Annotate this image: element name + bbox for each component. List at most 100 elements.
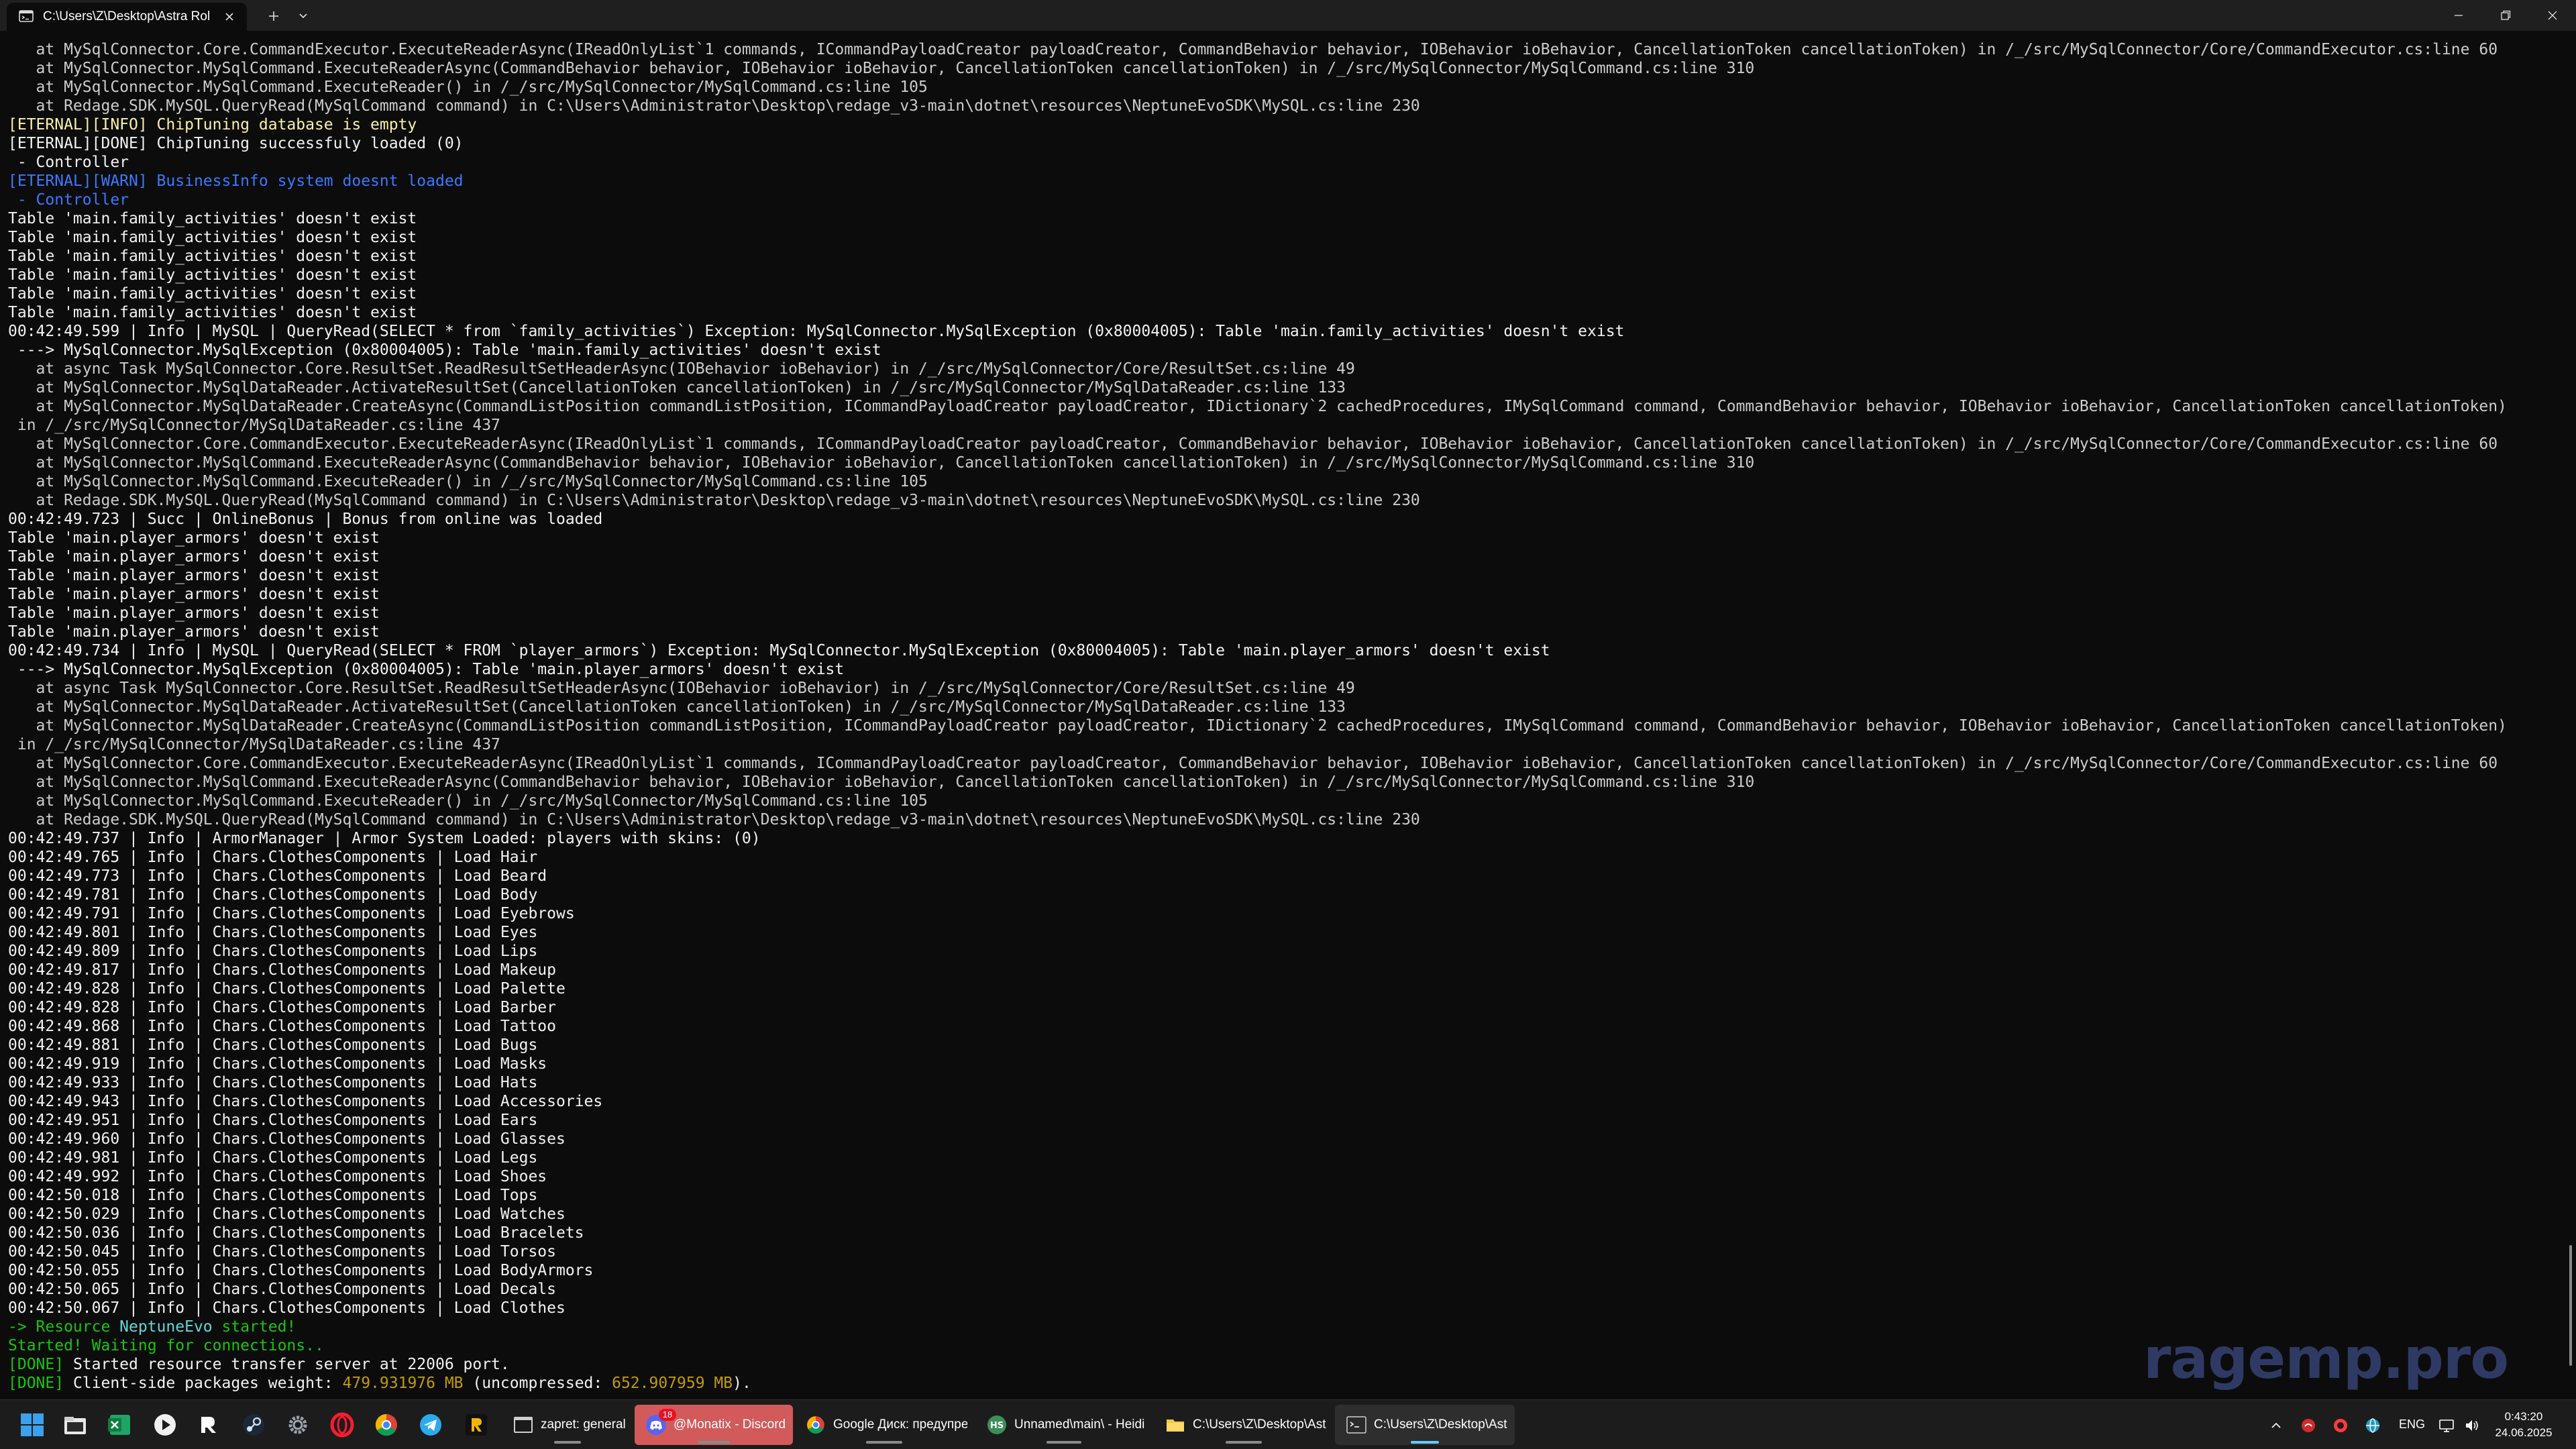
tray-app-shield-icon[interactable]: [2332, 1417, 2349, 1434]
taskbar: zapret: general 18 @Monatix - Discord Go…: [0, 1399, 2576, 1449]
close-tab-icon[interactable]: [223, 10, 236, 23]
console-segment: 00:42:50.067 | Info | Chars.ClothesCompo…: [8, 1299, 566, 1317]
console-segment: Table 'main.family_activities' doesn't e…: [8, 266, 417, 284]
clock-time[interactable]: 0:43:20: [2490, 1409, 2557, 1425]
console-segment: at Redage.SDK.MySQL.QueryRead(MySqlComma…: [8, 811, 1420, 828]
terminal-tab[interactable]: C:\Users\Z\Desktop\Astra Rol: [7, 3, 247, 31]
console-line: [ETERNAL][INFO] ChipTuning database is e…: [8, 115, 2507, 134]
console-text: at MySqlConnector.Core.CommandExecutor.E…: [8, 40, 2507, 1393]
console-line: 00:42:50.029 | Info | Chars.ClothesCompo…: [8, 1205, 2507, 1224]
console-line: 00:42:49.919 | Info | Chars.ClothesCompo…: [8, 1055, 2507, 1073]
network-icon[interactable]: [2438, 1417, 2455, 1434]
settings-icon[interactable]: [284, 1411, 311, 1438]
console-line: 00:42:49.734 | Info | MySQL | QueryRead(…: [8, 641, 2507, 660]
tray-app-red-icon[interactable]: [2300, 1417, 2317, 1434]
file-explorer-icon[interactable]: [62, 1411, 89, 1438]
terminal-icon: [1346, 1416, 1366, 1434]
minimize-icon: [2455, 15, 2463, 16]
console-line: at MySqlConnector.Core.CommandExecutor.E…: [8, 754, 2507, 773]
console-line: -> Resource NeptuneEvo started!: [8, 1318, 2507, 1336]
console-line: at MySqlConnector.MySqlCommand.ExecuteRe…: [8, 59, 2507, 78]
console-line: 00:42:49.828 | Info | Chars.ClothesCompo…: [8, 979, 2507, 998]
console-segment: 652.907959 MB: [612, 1375, 733, 1392]
taskbar-app-explorer[interactable]: C:\Users\Z\Desktop\Ast: [1154, 1405, 1334, 1445]
console-segment: [ETERNAL][INFO] ChipTuning database is e…: [8, 116, 417, 133]
console-line: 00:42:50.018 | Info | Chars.ClothesCompo…: [8, 1186, 2507, 1205]
telegram-icon[interactable]: [417, 1411, 444, 1438]
console-segment: ---> MySqlConnector.MySqlException (0x80…: [8, 661, 845, 678]
console-line: 00:42:50.067 | Info | Chars.ClothesCompo…: [8, 1299, 2507, 1318]
taskbar-app-chrome[interactable]: Google Диск: предупре: [794, 1405, 974, 1445]
console-line: 00:42:49.791 | Info | Chars.ClothesCompo…: [8, 904, 2507, 923]
chevron-up-icon[interactable]: [2267, 1417, 2285, 1434]
input-language-indicator[interactable]: ENG: [2399, 1416, 2426, 1432]
console-segment: [DONE]: [8, 1375, 73, 1392]
tray-globe-icon[interactable]: [2364, 1417, 2381, 1434]
console-line: 00:42:49.809 | Info | Chars.ClothesCompo…: [8, 942, 2507, 961]
taskbar-app-label: zapret: general: [541, 1417, 626, 1432]
folder-icon: [1167, 1419, 1184, 1432]
console-segment: Table 'main.family_activities' doesn't e…: [8, 304, 417, 321]
console-segment: Table 'main.family_activities' doesn't e…: [8, 229, 417, 246]
close-icon: [2548, 11, 2557, 20]
console-line: at MySqlConnector.MySqlCommand.ExecuteRe…: [8, 78, 2507, 97]
minimize-button[interactable]: [2435, 0, 2482, 31]
close-window-button[interactable]: [2529, 0, 2576, 31]
console-segment: Table 'main.family_activities' doesn't e…: [8, 248, 417, 265]
volume-icon[interactable]: [2463, 1417, 2481, 1434]
console-line: at Redage.SDK.MySQL.QueryRead(MySqlComma…: [8, 491, 2507, 510]
rockstar-icon[interactable]: [196, 1411, 223, 1438]
console-segment: started!: [212, 1318, 297, 1336]
console-line: ---> MySqlConnector.MySqlException (0x80…: [8, 660, 2507, 679]
console-segment: 00:42:49.992 | Info | Chars.ClothesCompo…: [8, 1168, 547, 1185]
scrollbar-thumb[interactable]: [2569, 1245, 2572, 1366]
console-line: 00:42:49.737 | Info | ArmorManager | Arm…: [8, 829, 2507, 848]
watermark-logo: ragemp.pro: [2143, 1326, 2509, 1391]
taskbar-app-zapret[interactable]: zapret: general: [502, 1405, 633, 1445]
chrome-icon[interactable]: [373, 1411, 400, 1438]
console-line: 00:42:49.765 | Info | Chars.ClothesCompo…: [8, 848, 2507, 867]
rage-mp-icon[interactable]: [463, 1411, 490, 1438]
excel-icon[interactable]: [106, 1411, 133, 1438]
console-line: 00:42:49.881 | Info | Chars.ClothesCompo…: [8, 1036, 2507, 1055]
console-segment: Table 'main.player_armors' doesn't exist: [8, 623, 380, 641]
console-segment: 00:42:49.828 | Info | Chars.ClothesCompo…: [8, 980, 566, 998]
console-segment: at MySqlConnector.Core.CommandExecutor.E…: [8, 755, 2498, 772]
console-line: at MySqlConnector.MySqlDataReader.Activa…: [8, 378, 2507, 397]
console-segment: 00:42:49.737 | Info | ArmorManager | Arm…: [8, 830, 761, 847]
steam-icon[interactable]: [240, 1411, 267, 1438]
console-line: Table 'main.player_armors' doesn't exist: [8, 623, 2507, 641]
console-segment: ).: [733, 1375, 751, 1392]
taskbar-app-heidisql[interactable]: HS Unnamed\main\ - Heidi: [975, 1405, 1152, 1445]
console-line: 00:42:49.817 | Info | Chars.ClothesCompo…: [8, 961, 2507, 979]
console-segment: 00:42:49.951 | Info | Chars.ClothesCompo…: [8, 1112, 538, 1129]
chevron-down-icon[interactable]: [294, 8, 313, 24]
console-segment: [DONE]: [8, 1356, 73, 1373]
clock-date[interactable]: 24.06.2025: [2490, 1425, 2557, 1441]
console-line: Table 'main.player_armors' doesn't exist: [8, 547, 2507, 566]
new-tab-icon[interactable]: [264, 7, 283, 25]
windows-start-icon[interactable]: [19, 1411, 46, 1438]
console-segment: - Controller: [8, 154, 129, 171]
opera-icon[interactable]: [329, 1411, 356, 1438]
console-output[interactable]: at MySqlConnector.Core.CommandExecutor.E…: [0, 31, 2561, 1399]
media-player-icon[interactable]: [152, 1411, 178, 1438]
console-segment: 00:42:49.817 | Info | Chars.ClothesCompo…: [8, 961, 556, 979]
console-line: at MySqlConnector.Core.CommandExecutor.E…: [8, 435, 2507, 453]
console-segment: 00:42:50.036 | Info | Chars.ClothesCompo…: [8, 1224, 584, 1242]
console-line: 00:42:49.981 | Info | Chars.ClothesCompo…: [8, 1148, 2507, 1167]
console-line: - Controller: [8, 191, 2507, 209]
running-indicator: [554, 1441, 581, 1444]
console-segment: at MySqlConnector.Core.CommandExecutor.E…: [8, 435, 2498, 453]
console-line: 00:42:49.773 | Info | Chars.ClothesCompo…: [8, 867, 2507, 885]
taskbar-app-terminal[interactable]: C:\Users\Z\Desktop\Ast: [1335, 1405, 1515, 1445]
console-segment: at Redage.SDK.MySQL.QueryRead(MySqlComma…: [8, 97, 1420, 115]
taskbar-app-discord[interactable]: 18 @Monatix - Discord: [635, 1405, 793, 1445]
scrollbar[interactable]: [2564, 31, 2576, 1399]
console-segment: 00:42:49.723 | Succ | OnlineBonus | Bonu…: [8, 511, 603, 528]
console-segment: at async Task MySqlConnector.Core.Result…: [8, 680, 1355, 697]
console-line: at MySqlConnector.MySqlCommand.ExecuteRe…: [8, 773, 2507, 792]
console-segment: 00:42:49.919 | Info | Chars.ClothesCompo…: [8, 1055, 547, 1073]
running-indicator: [1046, 1441, 1082, 1444]
restore-button[interactable]: [2482, 0, 2529, 31]
